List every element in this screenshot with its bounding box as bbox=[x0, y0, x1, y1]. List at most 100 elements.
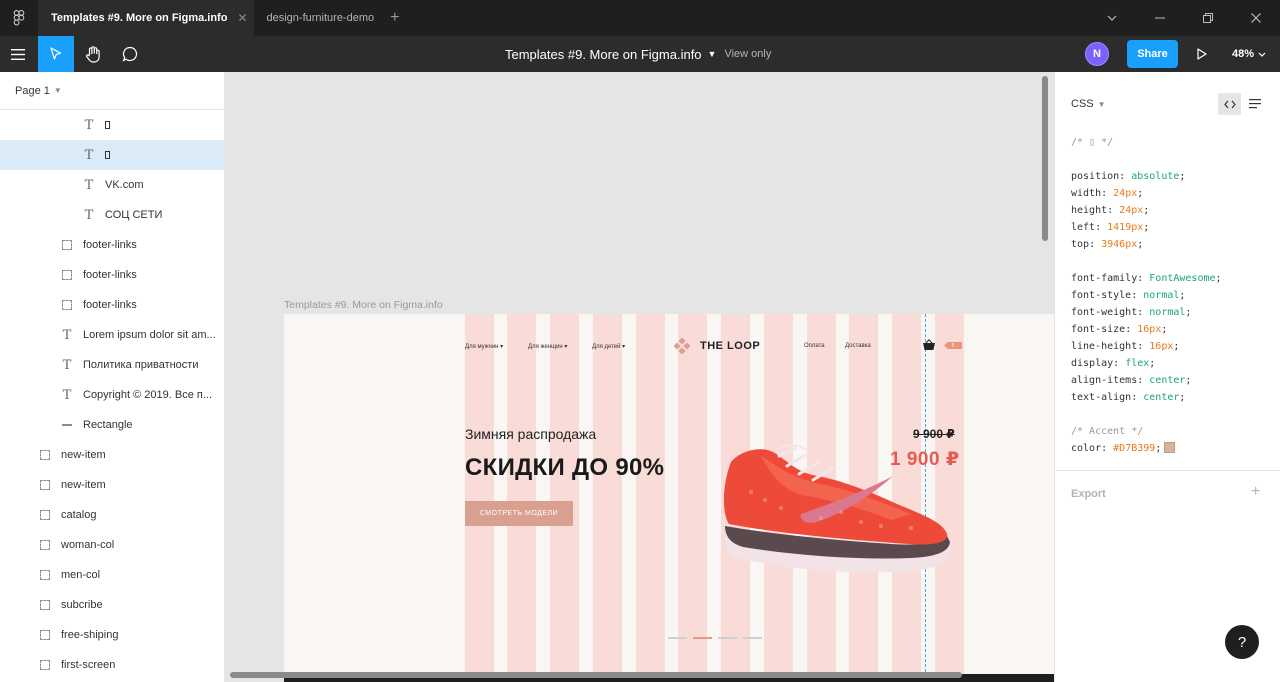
tab-templates[interactable]: Templates #9. More on Figma.info ✕ bbox=[38, 0, 254, 36]
css-value: 16px bbox=[1137, 324, 1162, 335]
canvas[interactable]: Templates #9. More on Figma.info Для муж… bbox=[226, 72, 1054, 682]
slider-dot[interactable] bbox=[718, 637, 737, 639]
move-tool-icon[interactable] bbox=[38, 36, 74, 72]
layer-row[interactable]: T bbox=[0, 140, 225, 170]
hand-tool-icon[interactable] bbox=[75, 36, 111, 72]
figma-logo-icon[interactable] bbox=[0, 0, 38, 36]
frame-layer-icon bbox=[38, 630, 52, 640]
css-value: normal bbox=[1149, 307, 1186, 318]
main-menu-icon[interactable] bbox=[0, 36, 36, 72]
layer-row[interactable]: catalog bbox=[0, 500, 225, 530]
layer-row[interactable]: footer-links bbox=[0, 290, 225, 320]
page-selector[interactable]: Page 1 ▼ bbox=[0, 72, 224, 110]
css-semicolon: ; bbox=[1137, 188, 1144, 199]
avatar[interactable]: N bbox=[1085, 42, 1109, 66]
css-semicolon: ; bbox=[1215, 273, 1222, 284]
css-code-block[interactable]: /* ▯ */ position: absolute; width: 24px; h… bbox=[1071, 134, 1222, 457]
css-value: 24px bbox=[1113, 188, 1138, 199]
brand-name: THE LOOP bbox=[700, 340, 761, 352]
file-name: Templates #9. More on Figma.info bbox=[505, 46, 702, 62]
toolbar: Templates #9. More on Figma.info ▼ View … bbox=[0, 36, 1280, 72]
css-property: font-size bbox=[1071, 324, 1126, 335]
frame-label[interactable]: Templates #9. More on Figma.info bbox=[284, 299, 443, 311]
layer-row[interactable]: footer-links bbox=[0, 230, 225, 260]
nav-women[interactable]: Для женщин ▾ bbox=[528, 343, 567, 350]
artboard-frame[interactable]: Для мужчин ▾ Для женщин ▾ Для детей ▾ TH… bbox=[284, 314, 1054, 682]
layer-name: footer-links bbox=[83, 269, 137, 281]
vertical-scrollbar[interactable] bbox=[1042, 76, 1048, 241]
help-button[interactable]: ? bbox=[1225, 625, 1259, 659]
layer-row[interactable]: men-col bbox=[0, 560, 225, 590]
add-export-icon[interactable]: + bbox=[1251, 483, 1260, 501]
layer-row[interactable]: T СОЦ СЕТИ bbox=[0, 200, 225, 230]
frame-layer-icon bbox=[38, 600, 52, 610]
new-tab-icon[interactable]: + bbox=[384, 0, 405, 36]
layer-row[interactable]: T Политика приватности bbox=[0, 350, 225, 380]
tab-design-furniture-demo[interactable]: design-furniture-demo bbox=[254, 0, 385, 36]
layer-row[interactable]: first-screen bbox=[0, 650, 225, 680]
zoom-dropdown[interactable]: 48% bbox=[1232, 36, 1266, 72]
frame-layer-icon bbox=[38, 570, 52, 580]
css-semicolon: ; bbox=[1185, 307, 1192, 318]
figma-app: Templates #9. More on Figma.info ✕ desig… bbox=[0, 0, 1280, 682]
slider-dot[interactable] bbox=[743, 637, 762, 639]
nav-men[interactable]: Для мужчин ▾ bbox=[465, 343, 503, 350]
css-semicolon: ; bbox=[1173, 341, 1180, 352]
close-tab-icon[interactable]: ✕ bbox=[237, 11, 247, 25]
horizontal-scrollbar[interactable] bbox=[230, 672, 962, 678]
code-language-dropdown[interactable]: CSS ▼ bbox=[1071, 98, 1106, 110]
hero-subtitle: Зимняя распродажа bbox=[465, 426, 597, 442]
layer-name: footer-links bbox=[83, 299, 137, 311]
slider-dot-active[interactable] bbox=[693, 637, 712, 639]
close-window-icon[interactable] bbox=[1232, 0, 1280, 36]
css-colon: : bbox=[1125, 324, 1138, 335]
nav-delivery[interactable]: Доставка bbox=[845, 343, 871, 349]
text-layer-icon: T bbox=[84, 147, 94, 163]
tab-label: Templates #9. More on Figma.info bbox=[51, 12, 228, 24]
layers-panel: Page 1 ▼ T T T VK.com T СОЦ СЕТИ footer-links f… bbox=[0, 72, 225, 682]
minimize-icon[interactable] bbox=[1136, 0, 1184, 36]
css-property: left bbox=[1071, 222, 1096, 233]
css-colon: : bbox=[1131, 392, 1144, 403]
code-view-icon[interactable] bbox=[1218, 93, 1241, 115]
grid-column bbox=[678, 314, 707, 682]
rectangle-layer-icon bbox=[60, 424, 74, 426]
share-button[interactable]: Share bbox=[1127, 40, 1178, 68]
css-semicolon: ; bbox=[1143, 222, 1150, 233]
layer-row[interactable]: T VK.com bbox=[0, 170, 225, 200]
layer-row[interactable]: new-item bbox=[0, 440, 225, 470]
slider-dot[interactable] bbox=[668, 637, 687, 639]
tab-label: design-furniture-demo bbox=[266, 12, 375, 24]
layer-name: СОЦ СЕТИ bbox=[105, 209, 163, 221]
color-swatch[interactable] bbox=[1164, 442, 1176, 453]
css-colon: : bbox=[1137, 341, 1150, 352]
css-colon: : bbox=[1113, 358, 1126, 369]
layer-row[interactable]: T bbox=[0, 110, 225, 140]
css-colon: : bbox=[1137, 375, 1150, 386]
css-semicolon: ; bbox=[1179, 171, 1186, 182]
nav-kids[interactable]: Для детей ▾ bbox=[592, 343, 625, 350]
restore-icon[interactable] bbox=[1184, 0, 1232, 36]
layer-row[interactable]: footer-links bbox=[0, 260, 225, 290]
css-property: top bbox=[1071, 239, 1090, 250]
basket-icon[interactable] bbox=[922, 339, 936, 351]
css-semicolon: ; bbox=[1149, 358, 1156, 369]
layer-row[interactable]: T Copyright © 2019. Все п... bbox=[0, 380, 225, 410]
text-layer-icon: T bbox=[62, 387, 72, 403]
layer-row[interactable]: T Lorem ipsum dolor sit am... bbox=[0, 320, 225, 350]
chevron-down-icon[interactable] bbox=[1088, 0, 1136, 36]
view-models-button[interactable]: СМОТРЕТЬ МОДЕЛИ bbox=[465, 501, 573, 526]
list-view-icon[interactable] bbox=[1245, 93, 1265, 115]
layer-row[interactable]: subcribe bbox=[0, 590, 225, 620]
code-comment: /* ▯ */ bbox=[1071, 137, 1114, 148]
layer-row[interactable]: Rectangle bbox=[0, 410, 225, 440]
zoom-value: 48% bbox=[1232, 48, 1255, 60]
css-colon: : bbox=[1089, 239, 1102, 250]
nav-payment[interactable]: Оплата bbox=[804, 343, 825, 349]
comment-tool-icon[interactable] bbox=[112, 36, 148, 72]
layer-row[interactable]: free-shiping bbox=[0, 620, 225, 650]
layer-row[interactable]: new-item bbox=[0, 470, 225, 500]
present-play-icon[interactable] bbox=[1190, 36, 1214, 72]
file-title[interactable]: Templates #9. More on Figma.info ▼ View … bbox=[505, 36, 771, 72]
layer-row[interactable]: woman-col bbox=[0, 530, 225, 560]
